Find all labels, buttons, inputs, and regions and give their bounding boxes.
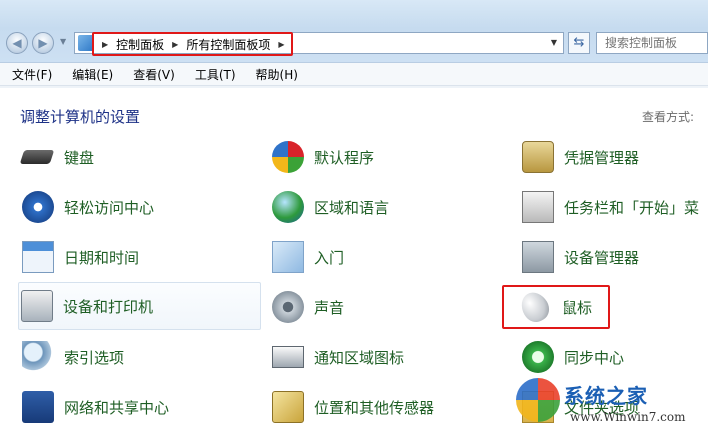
item-label: 区域和语言 [314,198,390,217]
device-manager-icon [522,241,554,273]
item-label: 设备管理器 [564,248,640,267]
ease-of-access-icon [22,191,54,223]
menu-view[interactable]: 查看(V) [121,66,183,83]
indexing-icon [22,341,54,373]
breadcrumb-arrow-icon[interactable]: ▶ [278,40,284,49]
item-label: 位置和其他传感器 [314,398,435,417]
globe-icon [272,191,304,223]
breadcrumb-all-items[interactable]: 所有控制面板项 [186,36,270,53]
menu-tools[interactable]: 工具(T) [183,66,244,83]
item-mouse[interactable]: 鼠标 [502,285,610,329]
item-label: 凭据管理器 [564,148,640,167]
menu-edit[interactable]: 编辑(E) [60,66,121,83]
forward-arrow-icon: ▶ [38,36,48,50]
menu-bar: 文件(F) 编辑(E) 查看(V) 工具(T) 帮助(H) [0,62,708,86]
item-network[interactable]: 网络和共享中心 [20,384,258,430]
item-device-manager[interactable]: 设备管理器 [520,234,708,280]
location-sensor-icon [272,391,304,423]
taskbar-icon [522,191,554,223]
menu-help[interactable]: 帮助(H) [244,66,306,83]
back-button[interactable]: ◀ [6,32,28,54]
address-bar[interactable]: ▶ 控制面板 ▶ 所有控制面板项 ▶ ▼ [74,32,564,56]
divider [0,86,708,88]
item-credential-manager[interactable]: 凭据管理器 [520,134,708,180]
item-indexing[interactable]: 索引选项 [20,334,258,380]
getting-started-icon [272,241,304,273]
item-default-programs[interactable]: 默认程序 [270,134,508,180]
item-label: 鼠标 [562,298,593,317]
item-keyboard[interactable]: 键盘 [19,134,258,180]
item-label: 日期和时间 [64,248,140,267]
address-dropdown-icon[interactable]: ▼ [551,38,557,47]
menu-file[interactable]: 文件(F) [0,66,60,83]
notification-tray-icon [272,346,304,368]
refresh-button[interactable]: ⇆ [568,32,590,54]
item-taskbar-start[interactable]: 任务栏和「开始」菜 [520,184,708,230]
item-label: 同步中心 [564,348,625,367]
item-label: 网络和共享中心 [64,398,170,417]
sync-center-icon [522,341,554,373]
mouse-icon [516,287,554,327]
item-devices-printers[interactable]: 设备和打印机 [18,282,261,330]
item-label: 默认程序 [314,148,375,167]
watermark-brand: 系统之家 [564,384,648,408]
item-label: 入门 [314,248,345,267]
search-input[interactable] [596,32,708,54]
network-icon [22,391,54,423]
item-label: 索引选项 [64,348,125,367]
item-label: 通知区域图标 [314,348,405,367]
speaker-icon [272,291,304,323]
recent-pages-dropdown-icon[interactable]: ▼ [60,37,66,46]
default-programs-icon [272,141,304,173]
item-notification-icons[interactable]: 通知区域图标 [270,334,508,380]
item-ease-of-access[interactable]: 轻松访问中心 [20,184,258,230]
item-location-sensors[interactable]: 位置和其他传感器 [270,384,508,430]
item-label: 设备和打印机 [63,297,154,316]
item-date-time[interactable]: 日期和时间 [20,234,258,280]
item-label: 轻松访问中心 [64,198,155,217]
keyboard-icon [19,150,55,164]
item-getting-started[interactable]: 入门 [270,234,508,280]
back-arrow-icon: ◀ [12,36,22,50]
watermark-logo-icon [516,378,560,422]
view-by-label: 查看方式: [642,110,695,124]
watermark: 系统之家 www.Winwin7.com [510,372,708,433]
breadcrumb-control-panel[interactable]: 控制面板 [116,36,164,53]
breadcrumb-arrow-icon[interactable]: ▶ [102,40,108,49]
page-title: 调整计算机的设置 [20,108,141,126]
item-sound[interactable]: 声音 [270,284,508,330]
calendar-icon [22,241,54,273]
forward-button[interactable]: ▶ [32,32,54,54]
item-label: 声音 [314,298,345,317]
item-label: 键盘 [64,148,95,167]
credential-manager-icon [522,141,554,173]
breadcrumb: ▶ 控制面板 ▶ 所有控制面板项 ▶ [92,32,293,56]
item-region-language[interactable]: 区域和语言 [270,184,508,230]
printer-icon [21,290,53,322]
item-label: 任务栏和「开始」菜 [564,198,700,217]
refresh-icon: ⇆ [573,35,585,50]
breadcrumb-arrow-icon[interactable]: ▶ [172,40,178,49]
watermark-url: www.Winwin7.com [570,410,686,424]
